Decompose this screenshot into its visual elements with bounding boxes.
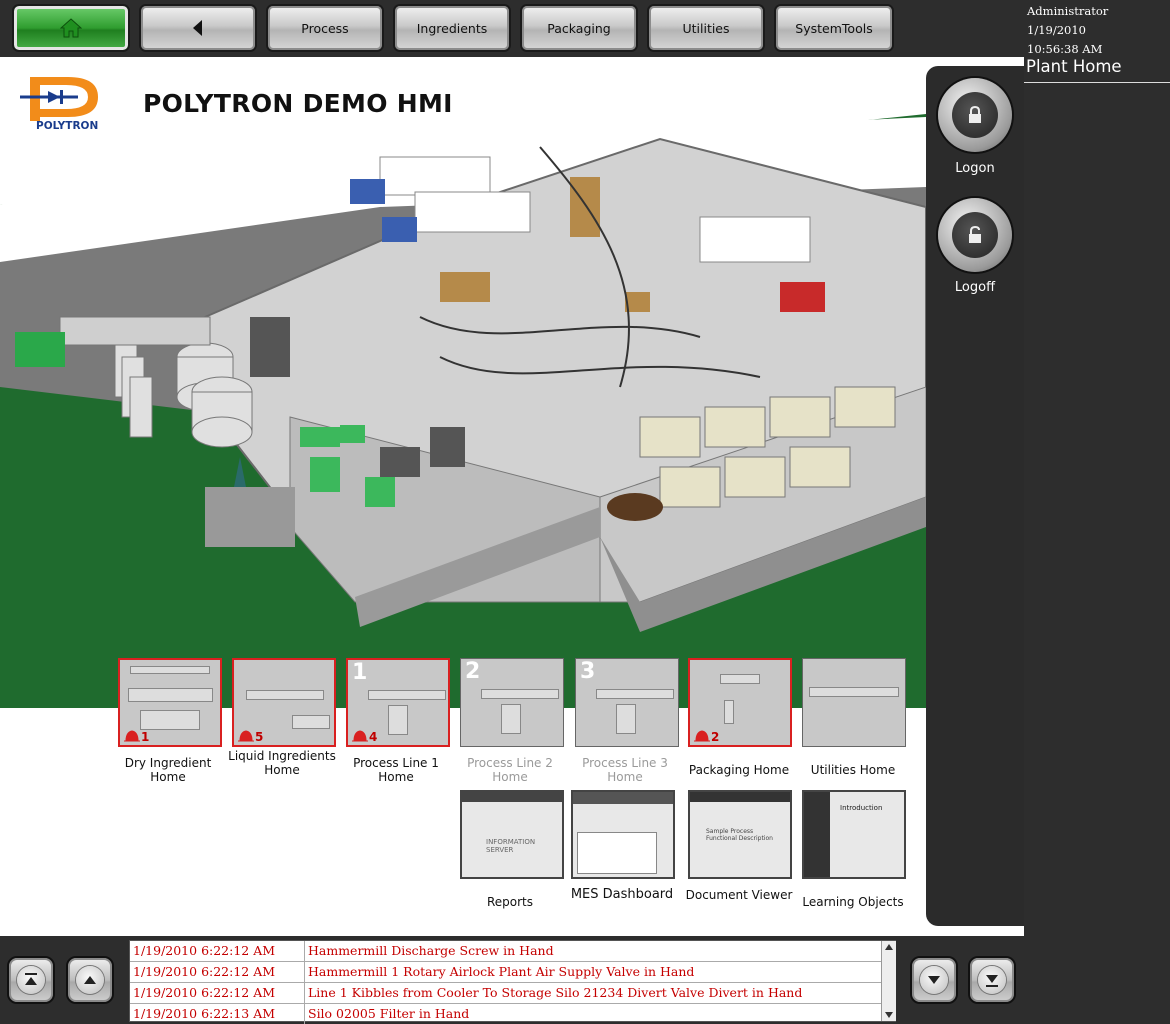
packaging-label: Packaging Home [688,763,790,777]
scroll-top-button[interactable] [7,956,55,1004]
liquid-ingredients-label: Liquid Ingredients Home [228,749,336,777]
logon-button[interactable] [938,78,1012,152]
current-date: 1/19/2010 [1027,23,1086,37]
scroll-bottom-button[interactable] [968,956,1016,1004]
dry-ingredient-label: Dry Ingredient Home [124,756,212,784]
home-button[interactable] [12,4,130,52]
logo-text: POLYTRON [36,120,99,132]
scrollbar-arrows-icon [885,944,893,1018]
liquid-ingredients-thumbnail[interactable]: 5 [232,658,336,747]
alarm-time: 1/19/2010 6:22:12 AM [133,943,276,958]
logoff-button[interactable] [938,198,1012,272]
line-number: 3 [580,659,596,684]
nav-utilities-button[interactable]: Utilities [647,4,765,52]
scroll-down-button[interactable] [910,956,958,1004]
process-line-1-thumbnail[interactable]: 1 4 [346,658,450,747]
alarm-count: 2 [711,730,720,744]
top-nav-bar: Process Ingredients Packaging Utilities … [0,0,1170,57]
alarm-time: 1/19/2010 6:22:12 AM [133,964,276,979]
back-arrow-icon [193,20,202,36]
packaging-thumbnail[interactable]: 2 [688,658,792,747]
alarm-row[interactable]: 1/19/2010 6:22:12 AM Hammermill Discharg… [130,941,881,962]
document-viewer-thumb-text: Sample Process Functional Description [706,828,773,842]
alarm-scrollbar[interactable] [881,941,896,1021]
alarm-bell-icon [694,730,710,742]
page-title: Plant Home [1024,57,1170,83]
mes-dashboard-thumbnail[interactable] [571,790,675,879]
document-viewer-thumbnail[interactable]: Sample Process Functional Description [688,790,792,879]
alarm-time: 1/19/2010 6:22:13 AM [133,1006,276,1021]
scroll-up-button[interactable] [66,956,114,1004]
learning-objects-label[interactable]: Learning Objects [793,895,913,909]
alarm-count: 1 [141,730,150,744]
nav-ingredients-button[interactable]: Ingredients [393,4,511,52]
back-button[interactable] [139,4,257,52]
learning-objects-thumbnail[interactable]: Introduction [802,790,906,879]
nav-packaging-button[interactable]: Packaging [520,4,638,52]
logoff-label: Logoff [954,280,996,295]
reports-label[interactable]: Reports [450,895,570,909]
alarm-message: Line 1 Kibbles from Cooler To Storage Si… [308,985,803,1000]
alarm-row[interactable]: 1/19/2010 6:22:12 AM Hammermill 1 Rotary… [130,962,881,983]
process-line-1-label: Process Line 1 Home [353,756,439,784]
dry-ingredient-thumbnail[interactable]: 1 [118,658,222,747]
alarm-count: 4 [369,730,378,744]
nav-systemtools-button[interactable]: SystemTools [774,4,894,52]
scroll-bottom-icon [986,975,998,987]
lock-icon [969,106,981,123]
alarm-message: Hammermill Discharge Screw in Hand [308,943,554,958]
scroll-up-icon [84,976,96,984]
alarm-row[interactable]: 1/19/2010 6:22:13 AM Silo 02005 Filter i… [130,1004,881,1024]
utilities-label: Utilities Home [810,763,896,777]
alarm-bell-icon [238,730,254,742]
alarm-time: 1/19/2010 6:22:12 AM [133,985,276,1000]
home-icon [60,18,82,38]
login-panel: Logon Logoff [926,66,1024,926]
logon-label: Logon [955,161,995,176]
reports-thumbnail[interactable]: INFORMATION SERVER [460,790,564,879]
line-number: 1 [352,660,368,685]
user-info: Administrator 1/19/2010 10:56:38 AM [1027,2,1108,59]
mes-dashboard-label[interactable]: MES Dashboard [562,888,682,902]
scroll-down-icon [928,976,940,984]
process-line-2-label: Process Line 2 Home [467,756,553,784]
alarm-message: Hammermill 1 Rotary Airlock Plant Air Su… [308,964,695,979]
alarm-count: 5 [255,730,264,744]
plant-overview-scene[interactable] [0,57,926,708]
alarm-bell-icon [124,730,140,742]
process-line-3-thumbnail[interactable]: 3 [575,658,679,747]
reports-thumb-text: INFORMATION SERVER [486,838,536,854]
utilities-thumbnail[interactable] [802,658,906,747]
alarm-row[interactable]: 1/19/2010 6:22:12 AM Line 1 Kibbles from… [130,983,881,1004]
hmi-title: POLYTRON DEMO HMI [143,89,453,118]
alarm-list[interactable]: 1/19/2010 6:22:12 AM Hammermill Discharg… [129,940,896,1024]
process-line-3-label: Process Line 3 Home [582,756,668,784]
alarm-message: Silo 02005 Filter in Hand [308,1006,470,1021]
nav-process-button[interactable]: Process [266,4,384,52]
line-number: 2 [465,659,481,684]
process-line-2-thumbnail[interactable]: 2 [460,658,564,747]
unlock-icon [969,226,981,243]
alarm-bell-icon [352,730,368,742]
user-name: Administrator [1027,4,1109,18]
document-viewer-label[interactable]: Document Viewer [679,888,799,902]
learning-objects-thumb-text: Introduction [840,804,883,812]
scroll-top-icon [25,973,37,985]
